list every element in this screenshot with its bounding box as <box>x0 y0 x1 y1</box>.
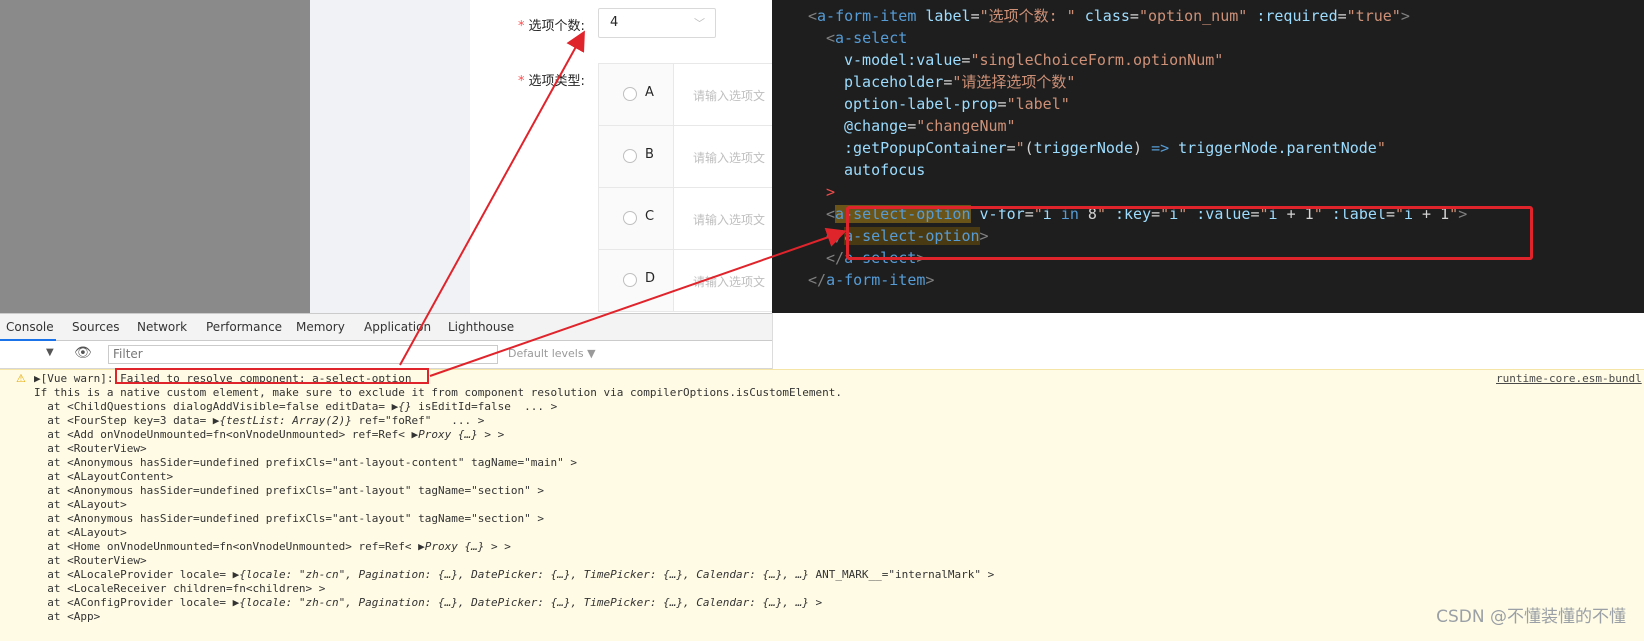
option-num-label-text: 选项个数: <box>528 19 585 34</box>
console-line: at <RouterView> <box>34 554 147 567</box>
tab-application[interactable]: Application <box>364 320 431 334</box>
console-line: at <AConfigProvider locale= ▶{locale: "z… <box>34 596 823 609</box>
option-letter: B <box>645 147 654 162</box>
console-line: at <ALocaleProvider locale= ▶{locale: "z… <box>34 568 995 581</box>
radio-icon[interactable] <box>623 273 637 287</box>
option-row-d: D 请输入选项文 <box>598 249 772 312</box>
levels-dropdown[interactable]: Default levels ▼ <box>508 347 596 360</box>
console-line: at <RouterView> <box>34 442 147 455</box>
console-line: at <Anonymous hasSider=undefined prefixC… <box>34 484 544 497</box>
code-line: @change="changeNum" <box>844 117 1016 135</box>
context-dropdown-icon[interactable]: ▼ <box>46 347 54 358</box>
radio-icon[interactable] <box>623 149 637 163</box>
option-letter: C <box>645 209 655 224</box>
console-toolbar: ▼ 👁 Filter Default levels ▼ <box>0 341 772 369</box>
option-letter: D <box>645 271 656 286</box>
code-line: </a-form-item> <box>808 271 935 289</box>
source-link[interactable]: runtime-core.esm-bundl <box>1496 372 1642 385</box>
console-line: at <App> <box>34 610 101 623</box>
highlight-box-code <box>846 206 1533 260</box>
radio-icon[interactable] <box>623 211 637 225</box>
option-input[interactable]: 请输入选项文 <box>693 149 765 166</box>
console-line: at <Add onVnodeUnmounted=fn<onVnodeUnmou… <box>34 428 505 441</box>
option-input[interactable]: 请输入选项文 <box>693 273 765 290</box>
option-num-label: * 选项个数: <box>518 15 585 34</box>
code-editor: <a-form-item label="选项个数: " class="optio… <box>772 0 1644 313</box>
console-line: at <Anonymous hasSider=undefined prefixC… <box>34 456 578 469</box>
console-output: ▶[Vue warn]: Failed to resolve component… <box>0 369 1644 641</box>
option-type-label-text: 选项类型: <box>528 74 585 89</box>
radio-icon[interactable] <box>623 87 637 101</box>
option-input[interactable]: 请输入选项文 <box>693 87 765 104</box>
tab-lighthouse[interactable]: Lighthouse <box>448 320 514 334</box>
code-line: option-label-prop="label" <box>844 95 1070 113</box>
highlight-box-warning <box>115 368 429 384</box>
tab-sources[interactable]: Sources <box>72 320 119 334</box>
chevron-down-icon: ﹀ <box>694 17 705 30</box>
form-area: * 选项个数: 4 ﹀ * 选项类型: A 请输入选项文 B 请输入选项文 C 请输… <box>470 0 772 313</box>
console-line: at <Home onVnodeUnmounted=fn<onVnodeUnmo… <box>34 540 511 553</box>
tab-console[interactable]: Console <box>6 320 54 334</box>
console-line: at <FourStep key=3 data= ▶{testList: Arr… <box>34 414 485 427</box>
code-line: > <box>826 183 836 201</box>
devtools-tabbar: Console Sources Network Performance Memo… <box>0 313 772 341</box>
code-line: v-model:value="singleChoiceForm.optionNu… <box>844 51 1224 69</box>
console-line: at <Anonymous hasSider=undefined prefixC… <box>34 512 544 525</box>
option-num-value: 4 <box>610 15 619 30</box>
option-num-select[interactable]: 4 ﹀ <box>598 8 716 38</box>
code-line: <a-form-item label="选项个数: " class="optio… <box>808 7 1410 25</box>
option-row-b: B 请输入选项文 <box>598 125 772 188</box>
tab-memory[interactable]: Memory <box>296 320 345 334</box>
console-line: at <ALayoutContent> <box>34 470 174 483</box>
code-line: autofocus <box>844 161 926 179</box>
tab-performance[interactable]: Performance <box>206 320 282 334</box>
console-line: If this is a native custom element, make… <box>34 386 842 399</box>
required-mark: * <box>518 74 525 89</box>
console-line: at <LocaleReceiver children=fn<children>… <box>34 582 326 595</box>
code-line: :getPopupContainer="(triggerNode) => tri… <box>844 139 1386 157</box>
warning-icon: ⚠ <box>16 372 26 385</box>
required-mark: * <box>518 19 525 34</box>
option-type-label: * 选项类型: <box>518 70 585 89</box>
console-line: at <ALayout> <box>34 498 127 511</box>
left-gray-panel <box>0 0 310 313</box>
filter-input[interactable]: Filter <box>108 345 498 364</box>
eye-icon[interactable]: 👁 <box>74 345 92 361</box>
console-line: at <ALayout> <box>34 526 127 539</box>
console-line: at <ChildQuestions dialogAddVisible=fals… <box>34 400 558 413</box>
watermark: CSDN @不懂装懂的不懂 <box>1436 607 1626 627</box>
tab-network[interactable]: Network <box>137 320 187 334</box>
code-line: <a-select <box>826 29 908 47</box>
option-row-a: A 请输入选项文 <box>598 63 772 126</box>
option-letter: A <box>645 85 654 100</box>
code-line: placeholder="请选择选项个数" <box>844 73 1076 91</box>
option-input[interactable]: 请输入选项文 <box>693 211 765 228</box>
option-row-c: C 请输入选项文 <box>598 187 772 250</box>
layout-sider-background <box>310 0 470 313</box>
